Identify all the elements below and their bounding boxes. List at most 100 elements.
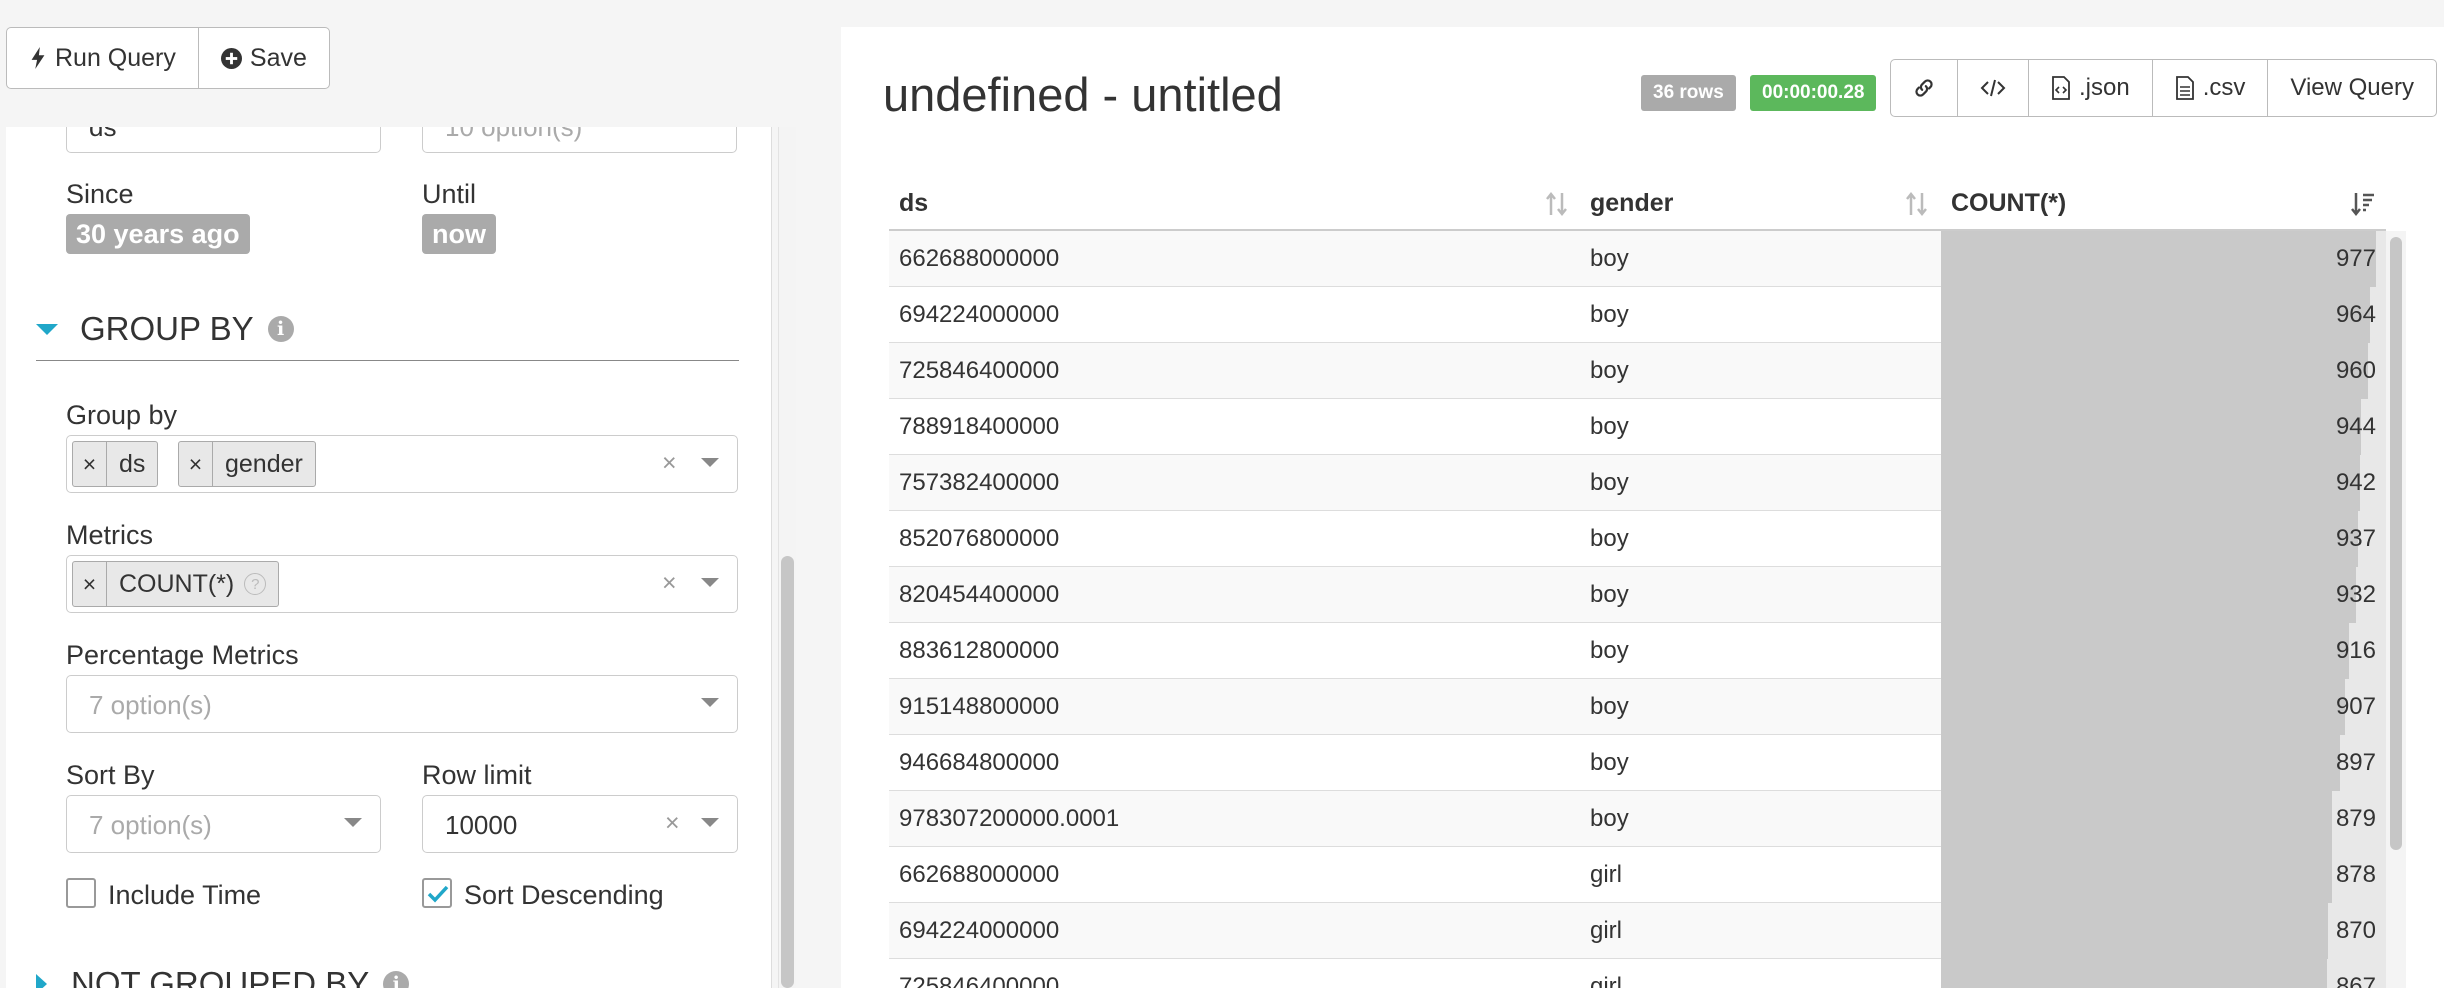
until-label: Until [422, 179, 477, 209]
sort-icon[interactable] [1904, 191, 1930, 217]
metrics-tag-count: × COUNT(*) ? [72, 561, 280, 607]
table-row: 757382400000 boy 942 [889, 455, 2386, 511]
cell-count: 878 [2335, 861, 2376, 888]
group-by-label: Group by [66, 400, 178, 430]
tag-label: COUNT(*) ? [107, 562, 278, 606]
tag-label: ds [119, 449, 146, 478]
since-value[interactable]: 30 years ago [66, 214, 250, 254]
cell-ds: 662688000000 [899, 245, 1060, 272]
copy-link-button[interactable] [1891, 60, 1957, 116]
dropdown-arrow-icon[interactable] [344, 818, 362, 827]
table-row: 978307200000.0001 boy 879 [889, 791, 2386, 847]
table-row: 725846400000 girl 867 [889, 959, 2386, 988]
column-header-ds[interactable]: ds [899, 175, 928, 231]
group-by-title: GROUP BY [80, 310, 254, 347]
group-by-section-header[interactable]: GROUP BY i [36, 310, 294, 348]
row-count-badge: 36 rows [1641, 75, 1736, 111]
remove-tag-icon[interactable]: × [73, 442, 107, 486]
cell-gender: boy [1590, 805, 1629, 832]
metric-name: COUNT(*) [119, 569, 235, 598]
until-value[interactable]: now [422, 214, 496, 254]
question-icon: ? [244, 573, 267, 595]
run-query-button[interactable]: Run Query [7, 28, 198, 88]
cell-count: 867 [2335, 973, 2376, 988]
granularity-value: ds [89, 127, 117, 142]
dropdown-arrow-icon[interactable] [701, 818, 719, 827]
cell-ds: 978307200000.0001 [899, 805, 1120, 832]
sort-desc-icon[interactable] [2350, 191, 2376, 217]
run-query-label: Run Query [55, 43, 176, 72]
results-panel: undefined - untitled 36 rows 00:00:00.28… [841, 27, 2444, 988]
cell-ds: 694224000000 [899, 301, 1060, 328]
cell-gender: girl [1590, 973, 1623, 988]
percentage-metrics-select[interactable]: 7 option(s) [66, 675, 738, 733]
table-row: 852076800000 boy 937 [889, 511, 2386, 567]
query-timer-badge: 00:00:00.28 [1750, 75, 1877, 111]
row-limit-value: 10000 [445, 810, 518, 840]
remove-tag-icon[interactable]: × [179, 442, 213, 486]
bolt-icon [31, 47, 45, 69]
results-table-scrollbar-thumb[interactable] [2390, 237, 2402, 850]
sort-by-select[interactable]: 7 option(s) [66, 795, 381, 853]
export-csv-button[interactable]: .csv [2151, 60, 2268, 116]
filter-placeholder: 10 option(s) [445, 127, 583, 142]
sort-descending-checkbox[interactable] [422, 878, 452, 908]
expand-caret-icon [36, 974, 47, 988]
granularity-input[interactable]: ds [66, 127, 381, 153]
since-label: Since [66, 179, 134, 209]
cell-count: 932 [2335, 581, 2376, 608]
cell-gender: boy [1590, 581, 1629, 608]
cell-count: 960 [2335, 357, 2376, 384]
sort-icon[interactable] [1544, 191, 1570, 217]
view-query-label: View Query [2290, 74, 2414, 101]
table-row: 725846400000 boy 960 [889, 343, 2386, 399]
cell-count: 870 [2335, 917, 2376, 944]
include-time-checkbox[interactable] [66, 878, 96, 908]
remove-tag-icon[interactable]: × [73, 562, 107, 606]
embed-code-button[interactable] [1957, 60, 2028, 116]
cell-gender: boy [1590, 245, 1629, 272]
save-button[interactable]: Save [197, 28, 329, 88]
clear-selection-icon[interactable]: × [665, 809, 680, 838]
cell-gender: boy [1590, 469, 1629, 496]
row-limit-label: Row limit [422, 760, 532, 790]
cell-gender: girl [1590, 861, 1623, 888]
cell-ds: 820454400000 [899, 581, 1060, 608]
export-csv-label: .csv [2202, 74, 2246, 101]
clear-selection-icon[interactable]: × [662, 449, 677, 478]
dropdown-arrow-icon[interactable] [701, 458, 719, 467]
file-code-icon [2052, 76, 2070, 100]
cell-gender: boy [1590, 301, 1629, 328]
tag-label: gender [225, 449, 303, 478]
dropdown-arrow-icon[interactable] [701, 698, 719, 707]
cell-gender: boy [1590, 693, 1629, 720]
cell-ds: 725846400000 [899, 357, 1060, 384]
cell-count: 944 [2335, 413, 2376, 440]
clear-selection-icon[interactable]: × [662, 569, 677, 598]
group-by-select[interactable]: × ds × gender × [66, 435, 738, 493]
cell-ds: 852076800000 [899, 525, 1060, 552]
cell-ds: 725846400000 [899, 973, 1060, 988]
column-header-gender[interactable]: gender [1590, 175, 1673, 231]
cell-ds: 883612800000 [899, 637, 1060, 664]
cell-ds: 694224000000 [899, 917, 1060, 944]
code-icon [1980, 79, 2006, 97]
row-limit-select[interactable]: 10000 × [422, 795, 738, 853]
checkmark-icon [427, 885, 449, 903]
sort-by-label: Sort By [66, 760, 155, 790]
control-panel-scrollbar-thumb[interactable] [781, 556, 794, 988]
cell-count: 879 [2335, 805, 2376, 832]
view-query-button[interactable]: View Query [2267, 60, 2436, 116]
group-by-tag-ds: × ds [72, 441, 159, 487]
table-row: 883612800000 boy 916 [889, 623, 2386, 679]
link-icon [1915, 79, 1933, 97]
table-row: 946684800000 boy 897 [889, 735, 2386, 791]
export-json-button[interactable]: .json [2028, 60, 2152, 116]
cell-ds: 915148800000 [899, 693, 1060, 720]
column-header-count[interactable]: COUNT(*) [1951, 175, 2066, 231]
metrics-select[interactable]: × COUNT(*) ? × [66, 555, 738, 613]
dropdown-arrow-icon[interactable] [701, 578, 719, 587]
not-grouped-by-section-header[interactable]: NOT GROUPED BY i [36, 965, 410, 988]
result-title: undefined - untitled [883, 68, 1283, 121]
filter-select[interactable]: 10 option(s) [422, 127, 737, 153]
